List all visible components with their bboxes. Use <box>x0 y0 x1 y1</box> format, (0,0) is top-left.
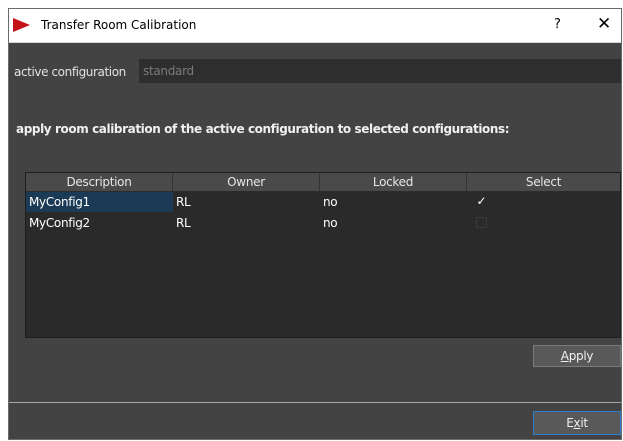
apply-label-rest: pply <box>568 349 594 363</box>
table-row[interactable]: MyConfig2 RL no <box>26 213 620 233</box>
dialog-window: Transfer Room Calibration ? ✕ active con… <box>8 8 622 440</box>
row-description[interactable]: MyConfig2 <box>26 213 173 233</box>
table-header: Description Owner Locked Select <box>26 173 620 192</box>
row-owner[interactable]: RL <box>173 192 320 212</box>
column-header-owner[interactable]: Owner <box>173 173 320 191</box>
select-checkbox[interactable]: ✓ <box>476 195 487 207</box>
exit-button[interactable]: Exit <box>533 411 621 435</box>
column-header-locked[interactable]: Locked <box>320 173 467 191</box>
configurations-table: Description Owner Locked Select MyConfig… <box>25 172 621 338</box>
instruction-text: apply room calibration of the active con… <box>16 122 510 136</box>
column-header-select[interactable]: Select <box>467 173 620 191</box>
active-configuration-label: active configuration <box>14 65 126 79</box>
row-locked[interactable]: no <box>320 213 467 233</box>
table-row[interactable]: MyConfig1 RL no ✓ <box>26 192 620 212</box>
close-button[interactable]: ✕ <box>597 14 611 34</box>
active-configuration-value: standard <box>143 64 194 78</box>
column-header-description[interactable]: Description <box>26 173 173 191</box>
row-description[interactable]: MyConfig1 <box>26 192 173 212</box>
select-checkbox[interactable] <box>476 217 487 228</box>
footer-divider <box>9 402 621 403</box>
help-button[interactable]: ? <box>554 17 561 32</box>
exit-label-start: E <box>566 416 574 430</box>
row-locked[interactable]: no <box>320 192 467 212</box>
apply-mnemonic: A <box>560 349 569 363</box>
app-logo-icon <box>13 18 30 32</box>
window-title: Transfer Room Calibration <box>41 18 197 32</box>
title-bar: Transfer Room Calibration ? ✕ <box>9 9 621 43</box>
row-owner[interactable]: RL <box>173 213 320 233</box>
exit-label-rest: it <box>580 416 588 430</box>
active-configuration-field: standard <box>139 59 621 83</box>
apply-button[interactable]: Apply <box>533 345 621 367</box>
